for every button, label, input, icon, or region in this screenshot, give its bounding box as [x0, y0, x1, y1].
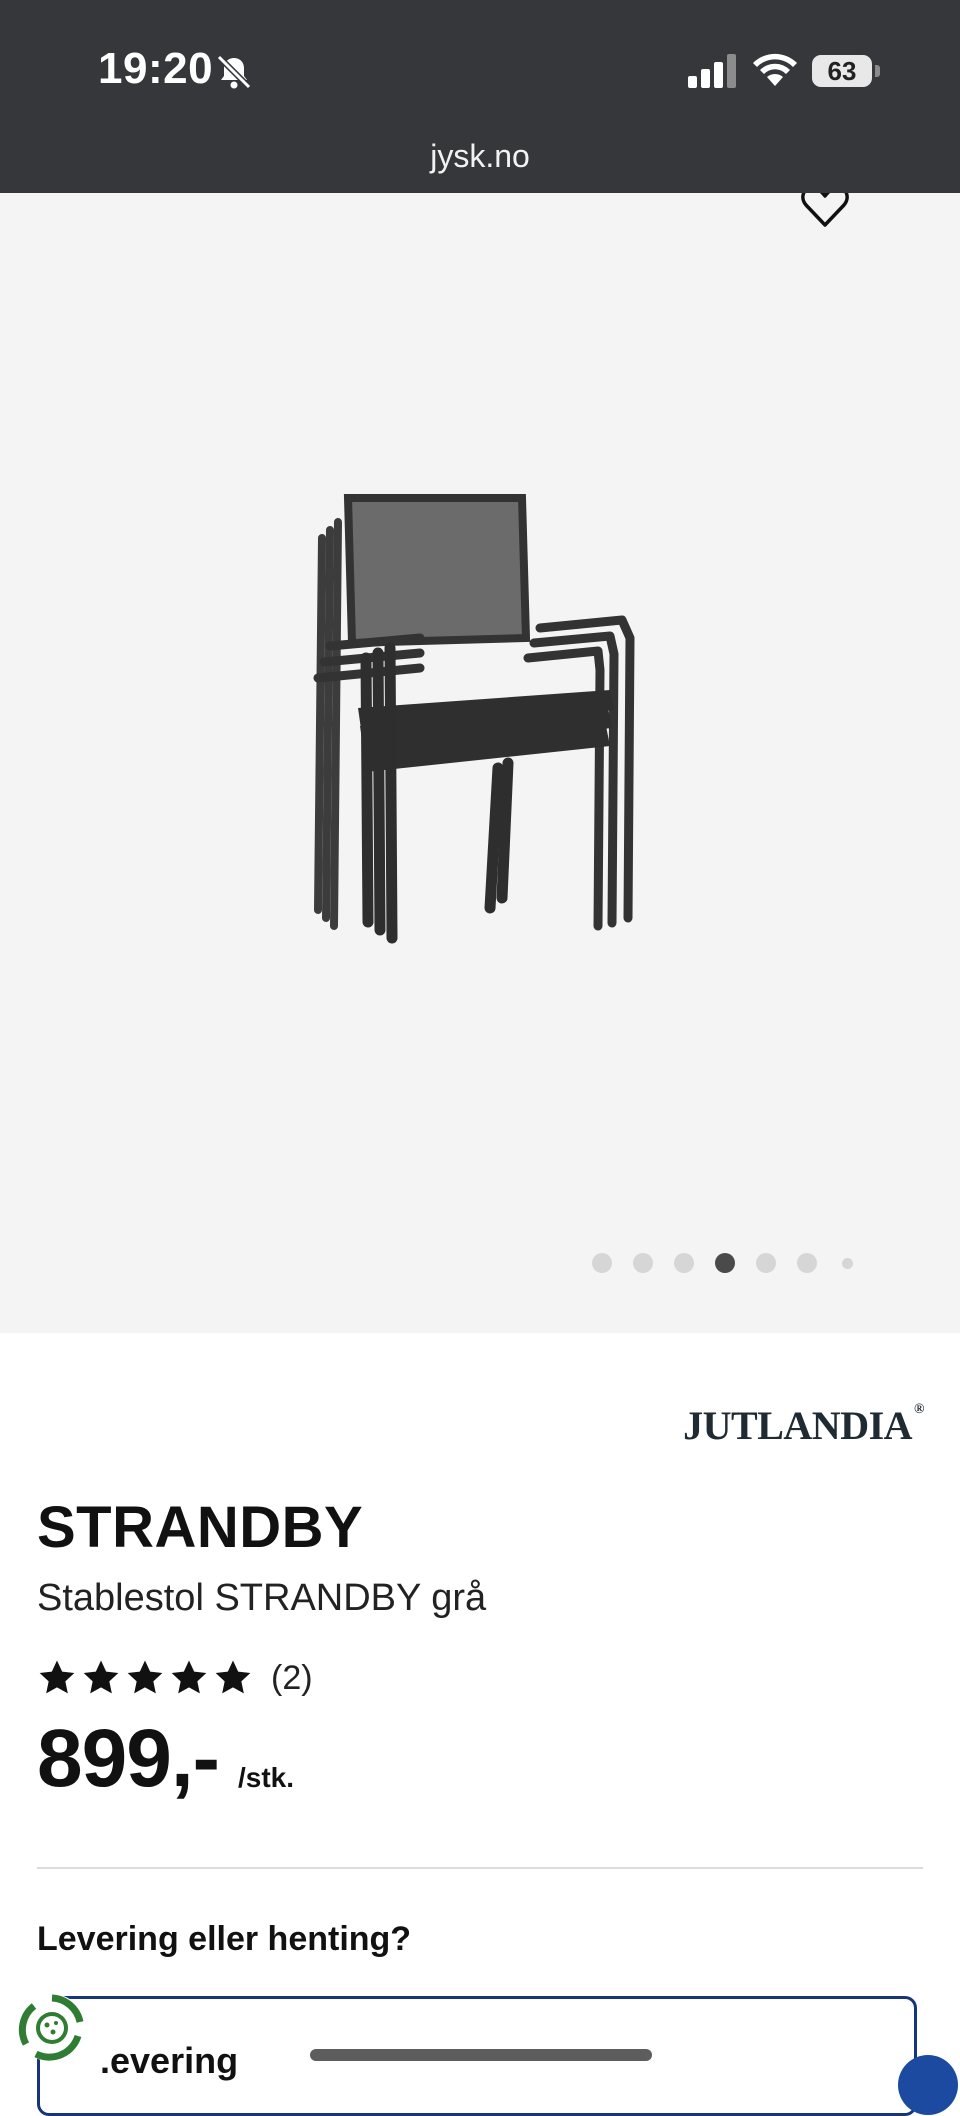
star-icon [127, 1660, 163, 1694]
star-icon [83, 1660, 119, 1694]
product-image-stacking-chairs [313, 494, 635, 944]
gallery-dot-active[interactable] [715, 1253, 735, 1273]
product-description: Stablestol STRANDBY grå [37, 1577, 487, 1619]
gallery-dot[interactable] [842, 1257, 853, 1269]
product-rating[interactable]: (2) [37, 1658, 313, 1698]
gallery-pagination [592, 1251, 874, 1275]
status-bar: 19:20 63 jysk.no [0, 0, 960, 193]
gallery-dot[interactable] [633, 1253, 653, 1273]
rating-count[interactable]: (2) [271, 1659, 313, 1698]
bell-slash-icon [216, 54, 252, 90]
home-indicator[interactable] [310, 2049, 652, 2061]
price-unit: /stk. [238, 1762, 295, 1793]
battery-icon: 63 [812, 55, 872, 87]
product-price: 899,- [37, 1713, 220, 1804]
battery-nub [875, 65, 880, 77]
delivery-heading: Levering eller henting? [37, 1920, 412, 1958]
gallery-dot[interactable] [592, 1253, 612, 1273]
gallery-dot[interactable] [797, 1253, 817, 1273]
star-icon [171, 1660, 207, 1694]
star-icon [215, 1660, 251, 1694]
rating-stars [37, 1658, 257, 1698]
heart-icon[interactable] [800, 193, 850, 229]
brand-logo[interactable]: JUTLANDIA ® [683, 1402, 924, 1449]
product-title: STRANDBY [37, 1495, 364, 1560]
status-time: 19:20 [98, 44, 214, 93]
gallery-dot[interactable] [756, 1253, 776, 1273]
divider [37, 1867, 923, 1869]
gallery-dot[interactable] [674, 1253, 694, 1273]
address-bar-url[interactable]: jysk.no [0, 138, 960, 175]
signal-icon [688, 54, 736, 88]
chat-button[interactable] [898, 2055, 958, 2115]
delivery-option-label[interactable]: .evering [100, 2040, 238, 2082]
product-gallery[interactable] [0, 193, 960, 1333]
wifi-icon [753, 53, 797, 86]
star-icon [39, 1660, 75, 1694]
eco-recycle-icon[interactable] [16, 1992, 88, 2064]
